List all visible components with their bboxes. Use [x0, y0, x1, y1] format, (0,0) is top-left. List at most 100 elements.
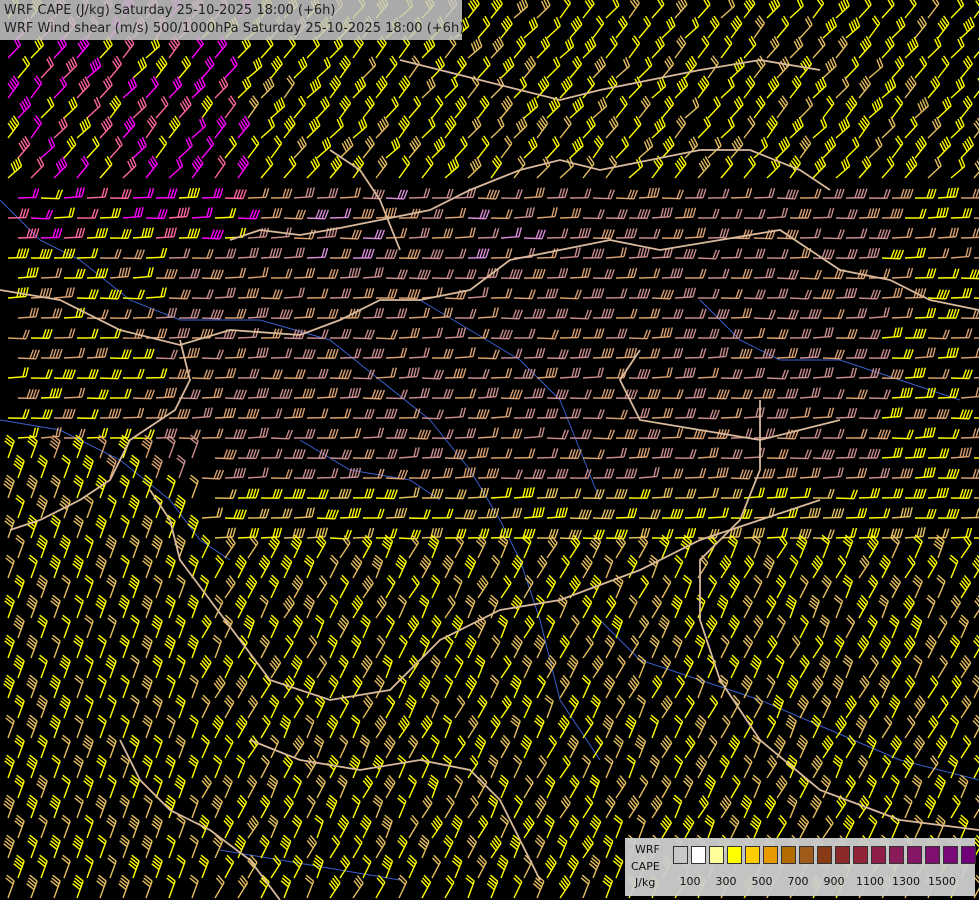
wind-barb — [293, 136, 307, 159]
wind-barb — [683, 654, 694, 679]
wind-barb — [247, 347, 269, 359]
wind-barb — [306, 247, 329, 259]
river — [419, 299, 601, 501]
wind-barb — [454, 654, 464, 679]
wind-barb — [53, 116, 68, 139]
wind-barb — [84, 614, 94, 639]
wind-barb — [789, 0, 804, 19]
wind-barb — [145, 37, 161, 59]
wind-barb — [763, 554, 775, 579]
wind-barb — [49, 554, 61, 579]
wind-barb — [176, 654, 186, 679]
wind-barb — [785, 754, 798, 779]
wind-barb — [53, 287, 75, 299]
wind-barb — [904, 674, 916, 699]
wind-barb — [720, 289, 743, 299]
wind-barb — [697, 0, 711, 19]
wind-barb — [260, 117, 276, 139]
wind-barb — [107, 614, 117, 639]
wind-barb — [431, 614, 442, 639]
wind-barb — [329, 835, 341, 859]
wind-barb — [937, 55, 950, 79]
wind-barb — [168, 248, 191, 259]
wind-barb — [178, 308, 201, 319]
wind-barb — [566, 654, 579, 679]
wind-barb — [820, 694, 832, 719]
wind-barb — [398, 155, 411, 179]
wind-barb — [408, 814, 419, 839]
wind-barb — [260, 714, 271, 739]
wind-barb — [867, 574, 879, 599]
wind-barb — [536, 0, 551, 19]
legend-line1: WRF — [635, 843, 660, 856]
wind-barb — [490, 714, 501, 739]
wind-barb — [513, 289, 536, 300]
title-cape: WRF CAPE (J/kg) Saturday 25-10-2025 18:0… — [4, 3, 336, 18]
wind-barb — [362, 95, 375, 119]
wind-barb — [937, 187, 960, 199]
wind-barb — [270, 348, 293, 359]
wind-barb — [743, 447, 766, 459]
wind-barb — [375, 408, 398, 419]
wind-barb — [329, 408, 352, 419]
wind-barb — [477, 189, 501, 200]
wind-barb — [903, 794, 913, 819]
wind-barb — [260, 448, 283, 459]
wind-barb — [359, 814, 372, 839]
wind-barb — [430, 654, 441, 679]
wind-barb — [557, 834, 568, 859]
wind-barb — [30, 156, 45, 179]
wind-barb — [7, 409, 30, 419]
wind-barb — [490, 288, 513, 299]
legend-swatch — [817, 846, 832, 864]
wind-barb — [260, 754, 270, 779]
wind-barb — [329, 488, 352, 499]
wind-barb — [141, 514, 153, 539]
wind-barb — [812, 36, 826, 59]
wind-barb — [972, 714, 979, 739]
wind-barb — [730, 469, 754, 480]
wind-barb — [224, 854, 235, 879]
wind-barb — [153, 574, 163, 599]
wind-barb — [84, 574, 94, 599]
wind-barb — [260, 408, 283, 419]
wind-barb — [431, 95, 444, 119]
wind-barb — [260, 289, 283, 300]
wind-barb — [743, 327, 766, 339]
wind-barb — [582, 409, 605, 420]
wind-barb — [684, 614, 695, 639]
wind-barb — [385, 507, 408, 519]
wind-barb — [911, 774, 923, 799]
wind-barb — [559, 115, 572, 139]
wind-barb — [174, 774, 186, 799]
wind-barb — [536, 367, 559, 379]
wind-barb — [844, 695, 857, 719]
wind-barb — [858, 75, 871, 99]
wind-barb — [454, 467, 476, 479]
wind-barb — [904, 367, 927, 379]
wind-barb — [651, 675, 663, 699]
wind-barb — [776, 347, 799, 359]
wind-barb — [615, 654, 626, 679]
wind-barb — [904, 715, 916, 739]
wind-barb — [398, 115, 411, 139]
wind-barb — [132, 227, 154, 239]
wind-barb — [799, 96, 814, 119]
wind-barb — [26, 594, 38, 619]
wind-barb — [973, 256, 979, 259]
wind-barb — [316, 308, 339, 319]
wind-barb — [130, 694, 140, 719]
wind-barb — [174, 494, 186, 519]
wind-barb — [674, 554, 684, 579]
wind-barb — [559, 0, 571, 19]
wind-barb — [477, 56, 491, 79]
wind-barb — [50, 474, 61, 499]
wind-barb — [38, 814, 48, 839]
wind-barb — [385, 227, 408, 239]
wind-barb — [444, 634, 454, 659]
wind-barb — [950, 527, 973, 539]
wind-barb — [582, 635, 594, 659]
wind-barb — [280, 874, 292, 899]
wind-barb — [408, 575, 420, 599]
wind-barb — [199, 574, 210, 599]
